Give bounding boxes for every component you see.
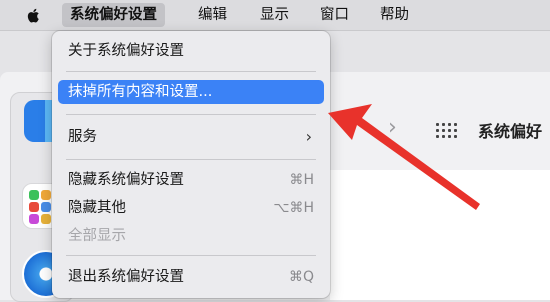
- menu-item-label: 服务: [68, 129, 97, 145]
- show-all-grid-icon[interactable]: [436, 123, 458, 141]
- menu-separator: [66, 114, 316, 115]
- menu-item-services[interactable]: 服务 ›: [58, 125, 324, 149]
- menu-item-label: 隐藏系统偏好设置: [68, 172, 184, 188]
- content-pane: [330, 170, 550, 300]
- menu-item-label: 抹掉所有内容和设置...: [68, 84, 213, 100]
- menu-window[interactable]: 窗口: [312, 3, 357, 27]
- menu-help[interactable]: 帮助: [372, 3, 417, 27]
- apple-icon[interactable]: [26, 7, 42, 24]
- menu-item-label: 隐藏其他: [68, 200, 126, 216]
- menu-item-hide[interactable]: 隐藏系统偏好设置 ⌘H: [58, 168, 324, 192]
- menu-item-show-all: 全部显示: [58, 224, 324, 248]
- window-title: 系统偏好: [478, 122, 543, 141]
- menu-item-about[interactable]: 关于系统偏好设置: [58, 39, 324, 63]
- menu-bar: 系统偏好设置 编辑 显示 窗口 帮助: [0, 0, 550, 31]
- forward-chevron-icon[interactable]: ›: [388, 115, 397, 140]
- menu-item-erase-all-content[interactable]: 抹掉所有内容和设置...: [58, 80, 324, 104]
- menu-item-label: 退出系统偏好设置: [68, 269, 184, 285]
- menu-item-shortcut: ⌥⌘H: [273, 200, 314, 216]
- system-preferences-menu: 关于系统偏好设置 抹掉所有内容和设置... 服务 › 隐藏系统偏好设置 ⌘H 隐…: [52, 31, 330, 298]
- menu-item-shortcut: ⌘Q: [288, 269, 314, 285]
- menu-item-label: 全部显示: [68, 228, 126, 244]
- menu-separator: [66, 255, 316, 256]
- menu-separator: [66, 71, 316, 72]
- menu-item-hide-others[interactable]: 隐藏其他 ⌥⌘H: [58, 196, 324, 220]
- submenu-chevron-icon: ›: [305, 127, 312, 146]
- menu-item-shortcut: ⌘H: [289, 172, 314, 188]
- menu-edit[interactable]: 编辑: [190, 3, 235, 27]
- menu-item-quit[interactable]: 退出系统偏好设置 ⌘Q: [58, 265, 324, 289]
- menu-view[interactable]: 显示: [252, 3, 297, 27]
- menu-item-label: 关于系统偏好设置: [68, 43, 184, 59]
- menu-separator: [66, 159, 316, 160]
- menu-system-preferences[interactable]: 系统偏好设置: [62, 3, 165, 27]
